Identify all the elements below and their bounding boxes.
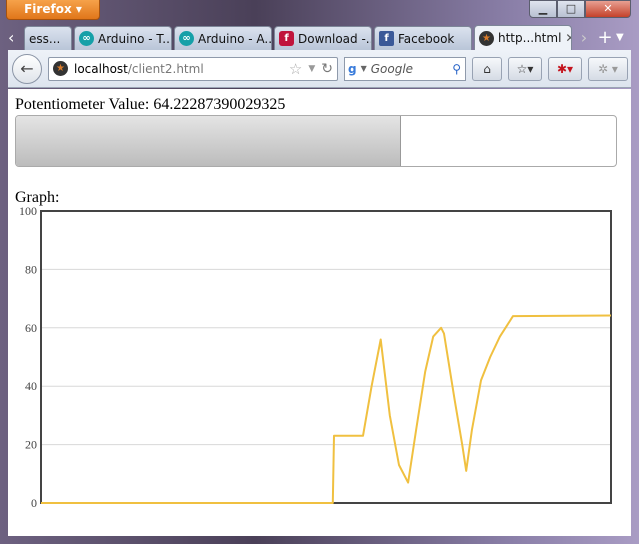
series-line — [41, 314, 612, 504]
maximize-button[interactable]: □ — [557, 0, 585, 18]
navigation-toolbar: ← ★ localhost/client2.html ☆ ▼ ↻ g ▼ Goog… — [8, 50, 631, 88]
history-dropdown-icon[interactable]: ▼ — [308, 64, 315, 74]
site-star-icon: ★ — [479, 30, 494, 46]
reload-icon[interactable]: ↻ — [321, 61, 337, 77]
bookmark-star-icon[interactable]: ☆ — [289, 60, 302, 78]
window-controls: ▁ □ ✕ — [529, 0, 631, 18]
site-identity-icon: ★ — [53, 61, 68, 76]
bookmarks-button[interactable]: ☆▾ — [508, 56, 542, 81]
addon-button[interactable]: ✱▾ — [548, 56, 582, 81]
y-tick-label: 40 — [25, 379, 37, 393]
arduino-icon: ∞ — [179, 31, 194, 46]
tab-4[interactable]: f Facebook — [374, 26, 472, 50]
y-tick-label: 20 — [25, 438, 37, 452]
back-button[interactable]: ← — [12, 53, 42, 84]
flipboard-icon: f — [279, 31, 294, 46]
google-icon[interactable]: g — [348, 62, 357, 76]
plot-border — [40, 210, 612, 504]
tab-0[interactable]: ess... — [24, 26, 72, 50]
tab-5[interactable]: ★http...html✕ — [474, 25, 572, 50]
search-box[interactable]: g ▼ Google ⚲ — [344, 56, 466, 81]
tab-scroll-left-icon[interactable]: ‹ — [8, 28, 24, 47]
home-button[interactable]: ⌂ — [472, 56, 502, 81]
tab-scroll-right-icon[interactable]: › — [574, 28, 594, 47]
arduino-icon: ∞ — [79, 31, 94, 46]
page-content: Potentiometer Value: 64.22287390029325 G… — [8, 89, 631, 536]
y-tick-label: 100 — [19, 204, 37, 218]
search-placeholder: Google — [370, 61, 414, 76]
tab-3[interactable]: f Download -... — [274, 26, 372, 50]
tab-bar: ‹ ess... ∞ Arduino - T... ∞ Arduino - A...… — [8, 25, 631, 50]
close-window-button[interactable]: ✕ — [585, 0, 631, 18]
close-tab-icon[interactable]: ✕ — [565, 31, 571, 45]
line-chart: 0 20 40 60 80 100 — [19, 204, 612, 510]
engine-dropdown-icon: ▼ — [360, 64, 367, 73]
minimize-button[interactable]: ▁ — [529, 0, 557, 18]
firefox-menu-button[interactable]: Firefox ▾ — [6, 0, 100, 20]
extension-button[interactable]: ✲ ▾ — [588, 56, 628, 81]
facebook-icon: f — [379, 31, 394, 46]
new-tab-icon[interactable]: + — [594, 27, 616, 48]
y-tick-label: 80 — [25, 262, 37, 276]
y-tick-label: 0 — [31, 496, 37, 510]
tab-2[interactable]: ∞ Arduino - A... — [174, 26, 272, 50]
search-icon[interactable]: ⚲ — [452, 62, 465, 76]
tab-list-icon[interactable]: ▼ — [616, 32, 624, 43]
url-bar[interactable]: ★ localhost/client2.html ☆ ▼ ↻ — [48, 56, 338, 81]
y-tick-label: 60 — [25, 321, 37, 335]
tab-1[interactable]: ∞ Arduino - T... — [74, 26, 172, 50]
